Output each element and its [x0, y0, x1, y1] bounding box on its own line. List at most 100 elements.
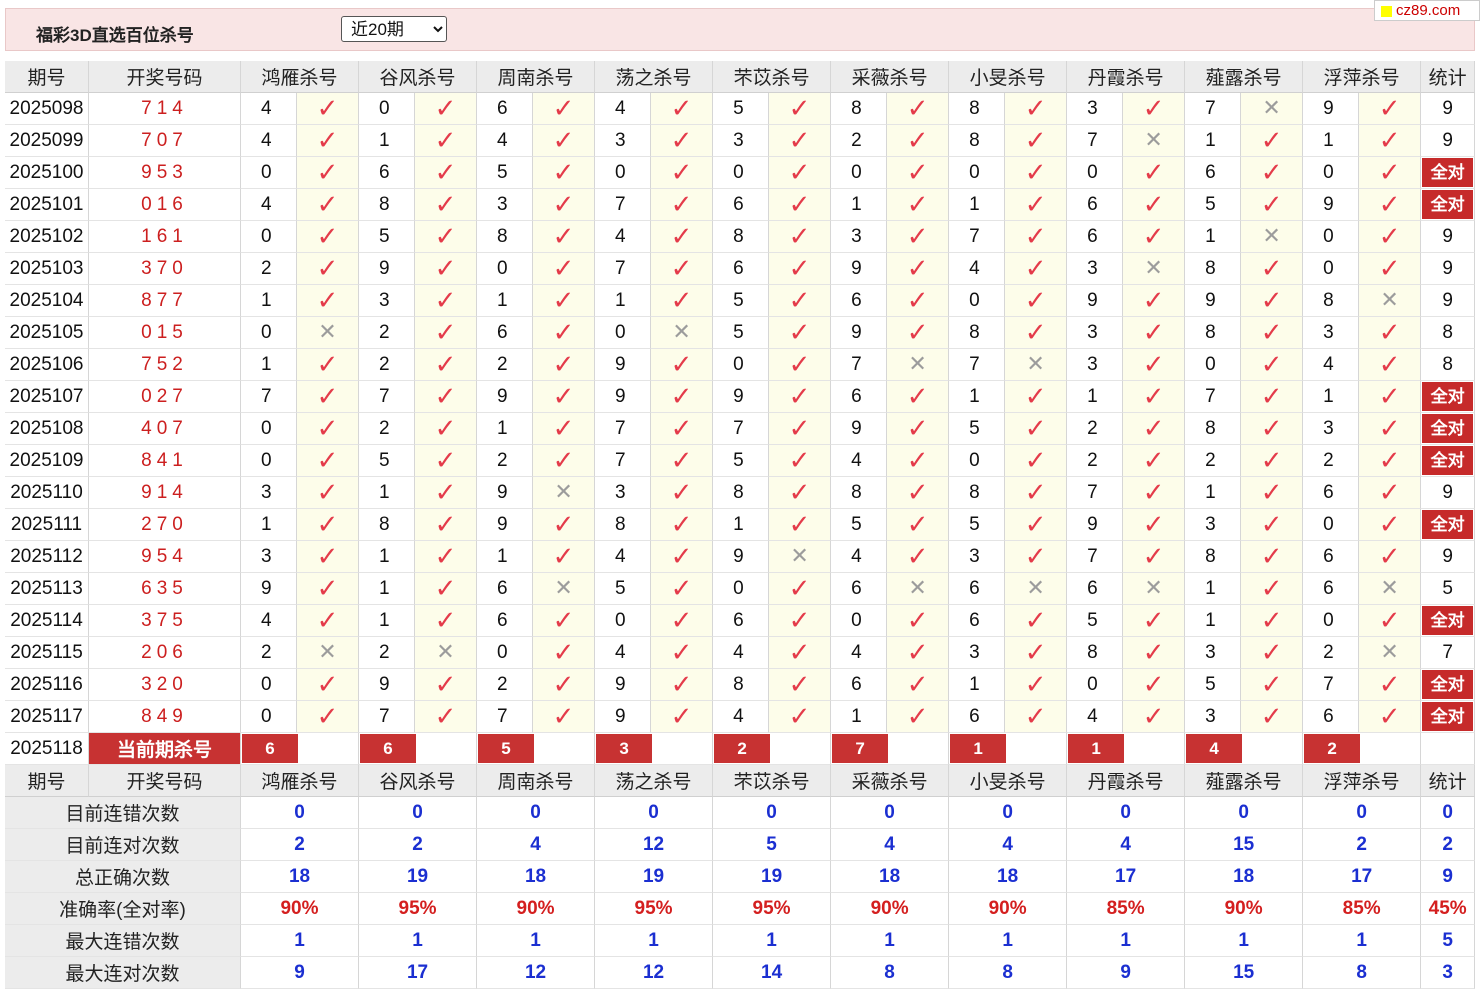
- kill-number-cell: 0: [1067, 669, 1124, 701]
- result-mark-cell: ✓: [533, 317, 596, 349]
- stat-cell: 全对: [1421, 669, 1476, 701]
- kill-number-cell: 2: [1067, 413, 1124, 445]
- kill-number-cell: 2: [359, 413, 416, 445]
- summary-value: 17: [359, 957, 478, 989]
- result-mark-cell: ✓: [887, 541, 950, 573]
- summary-value: 4: [831, 829, 950, 861]
- check-icon: ✓: [906, 413, 929, 443]
- summary-value: 14: [713, 957, 832, 989]
- stat-cell: 9: [1421, 285, 1476, 317]
- summary-value: 90%: [477, 893, 596, 925]
- kill-number-cell: 3: [1185, 637, 1242, 669]
- kill-number-cell: 6: [477, 573, 534, 605]
- brand-link[interactable]: cz89.com: [1396, 2, 1460, 19]
- kill-number-cell: 6: [831, 381, 888, 413]
- cross-icon: ✕: [1262, 222, 1281, 248]
- result-mark-cell: ✓: [1359, 413, 1422, 445]
- kill-number-cell: 3: [1185, 701, 1242, 733]
- result-mark-cell: ✓: [533, 157, 596, 189]
- kill-number-cell: 9: [241, 573, 297, 605]
- check-icon: ✓: [1260, 701, 1283, 731]
- kill-number-cell: 8: [949, 477, 1006, 509]
- check-icon: ✓: [788, 381, 811, 411]
- kill-number-cell: 0: [1067, 157, 1124, 189]
- cross-icon: ✕: [554, 574, 573, 600]
- result-mark-cell: ✓: [533, 189, 596, 221]
- check-icon: ✓: [1142, 445, 1165, 475]
- kill-number-cell: 4: [595, 637, 652, 669]
- kill-number-cell: 9: [713, 381, 770, 413]
- cross-icon: ✕: [908, 350, 927, 376]
- check-icon: ✓: [788, 125, 811, 155]
- kill-number-cell: 8: [359, 509, 416, 541]
- result-mark-cell: ✓: [415, 573, 478, 605]
- result-mark-cell: ✓: [415, 605, 478, 637]
- summary-total: 3: [1421, 957, 1476, 989]
- kill-number-cell: 2: [1067, 445, 1124, 477]
- result-mark-cell: ✓: [769, 477, 832, 509]
- period-select[interactable]: 近20期: [341, 16, 447, 42]
- col-header-issue: 期号: [5, 61, 89, 93]
- kill-number-cell: 9: [359, 253, 416, 285]
- result-mark-cell: ✓: [1359, 701, 1422, 733]
- kill-number-cell: 5: [713, 285, 770, 317]
- check-icon: ✓: [316, 381, 339, 411]
- brand-badge[interactable]: cz89.com: [1374, 0, 1480, 21]
- check-icon: ✓: [1378, 413, 1401, 443]
- summary-value: 1: [477, 925, 596, 957]
- kill-number-cell: 9: [1067, 509, 1124, 541]
- cross-icon: ✕: [1380, 574, 1399, 600]
- kill-number-cell: 3: [713, 125, 770, 157]
- cross-icon: ✕: [1262, 94, 1281, 120]
- check-icon: ✓: [906, 477, 929, 507]
- check-icon: ✓: [316, 701, 339, 731]
- result-mark-cell: ✓: [533, 381, 596, 413]
- check-icon: ✓: [552, 189, 575, 219]
- result-mark-cell: ✓: [1241, 253, 1304, 285]
- kill-number-cell: 1: [241, 349, 297, 381]
- stat-cell: 5: [1421, 573, 1476, 605]
- result-mark-cell: ✓: [887, 637, 950, 669]
- kill-number-cell: 2: [477, 669, 534, 701]
- check-icon: ✓: [1378, 317, 1401, 347]
- result-mark-cell: ✓: [769, 125, 832, 157]
- result-mark-cell: ✓: [769, 253, 832, 285]
- kill-number-cell: 9: [1067, 285, 1124, 317]
- issue-cell: 2025105: [5, 317, 89, 349]
- col-header-expert: 芣苡杀号: [713, 61, 832, 93]
- table-row: 2025109 841 0 ✓ 5 ✓ 2 ✓ 7 ✓ 5 ✓ 4 ✓ 0 ✓ 2 ✓ 2 ✓ 2 ✓ 全对: [5, 445, 1476, 477]
- summary-value: 1: [831, 925, 950, 957]
- kill-number-cell: 5: [595, 573, 652, 605]
- check-icon: ✓: [1378, 381, 1401, 411]
- check-icon: ✓: [906, 189, 929, 219]
- kill-number-cell: 6: [713, 253, 770, 285]
- summary-value: 12: [595, 957, 714, 989]
- kill-number-cell: 1: [949, 189, 1006, 221]
- current-kill-number: 6: [360, 734, 417, 763]
- check-icon: ✓: [1142, 189, 1165, 219]
- col-header-draw: 开奖号码: [89, 61, 241, 93]
- summary-value: 19: [359, 861, 478, 893]
- result-mark-cell: ✓: [651, 125, 714, 157]
- result-mark-cell: ✓: [1359, 381, 1422, 413]
- kill-number-cell: 9: [359, 669, 416, 701]
- stat-cell: 全对: [1421, 413, 1476, 445]
- kill-number-cell: 7: [1067, 477, 1124, 509]
- draw-number-cell: 849: [89, 701, 241, 733]
- check-icon: ✓: [1260, 125, 1283, 155]
- all-pass-badge: 全对: [1422, 702, 1474, 731]
- check-icon: ✓: [316, 669, 339, 699]
- cross-icon: ✕: [554, 478, 573, 504]
- summary-row: 目前连错次数 0 0 0 0 0 0 0 0 0 0 0: [5, 797, 1476, 829]
- check-icon: ✓: [1142, 477, 1165, 507]
- result-mark-cell: ✓: [769, 381, 832, 413]
- kill-number-cell: 6: [1067, 573, 1124, 605]
- result-mark-cell: ✓: [533, 605, 596, 637]
- check-icon: ✓: [1260, 509, 1283, 539]
- kill-number-cell: 2: [1185, 445, 1242, 477]
- kill-number-cell: 4: [595, 221, 652, 253]
- check-icon: ✓: [788, 157, 811, 187]
- check-icon: ✓: [316, 189, 339, 219]
- kill-number-cell: 6: [1303, 573, 1360, 605]
- kill-number-cell: 7: [595, 253, 652, 285]
